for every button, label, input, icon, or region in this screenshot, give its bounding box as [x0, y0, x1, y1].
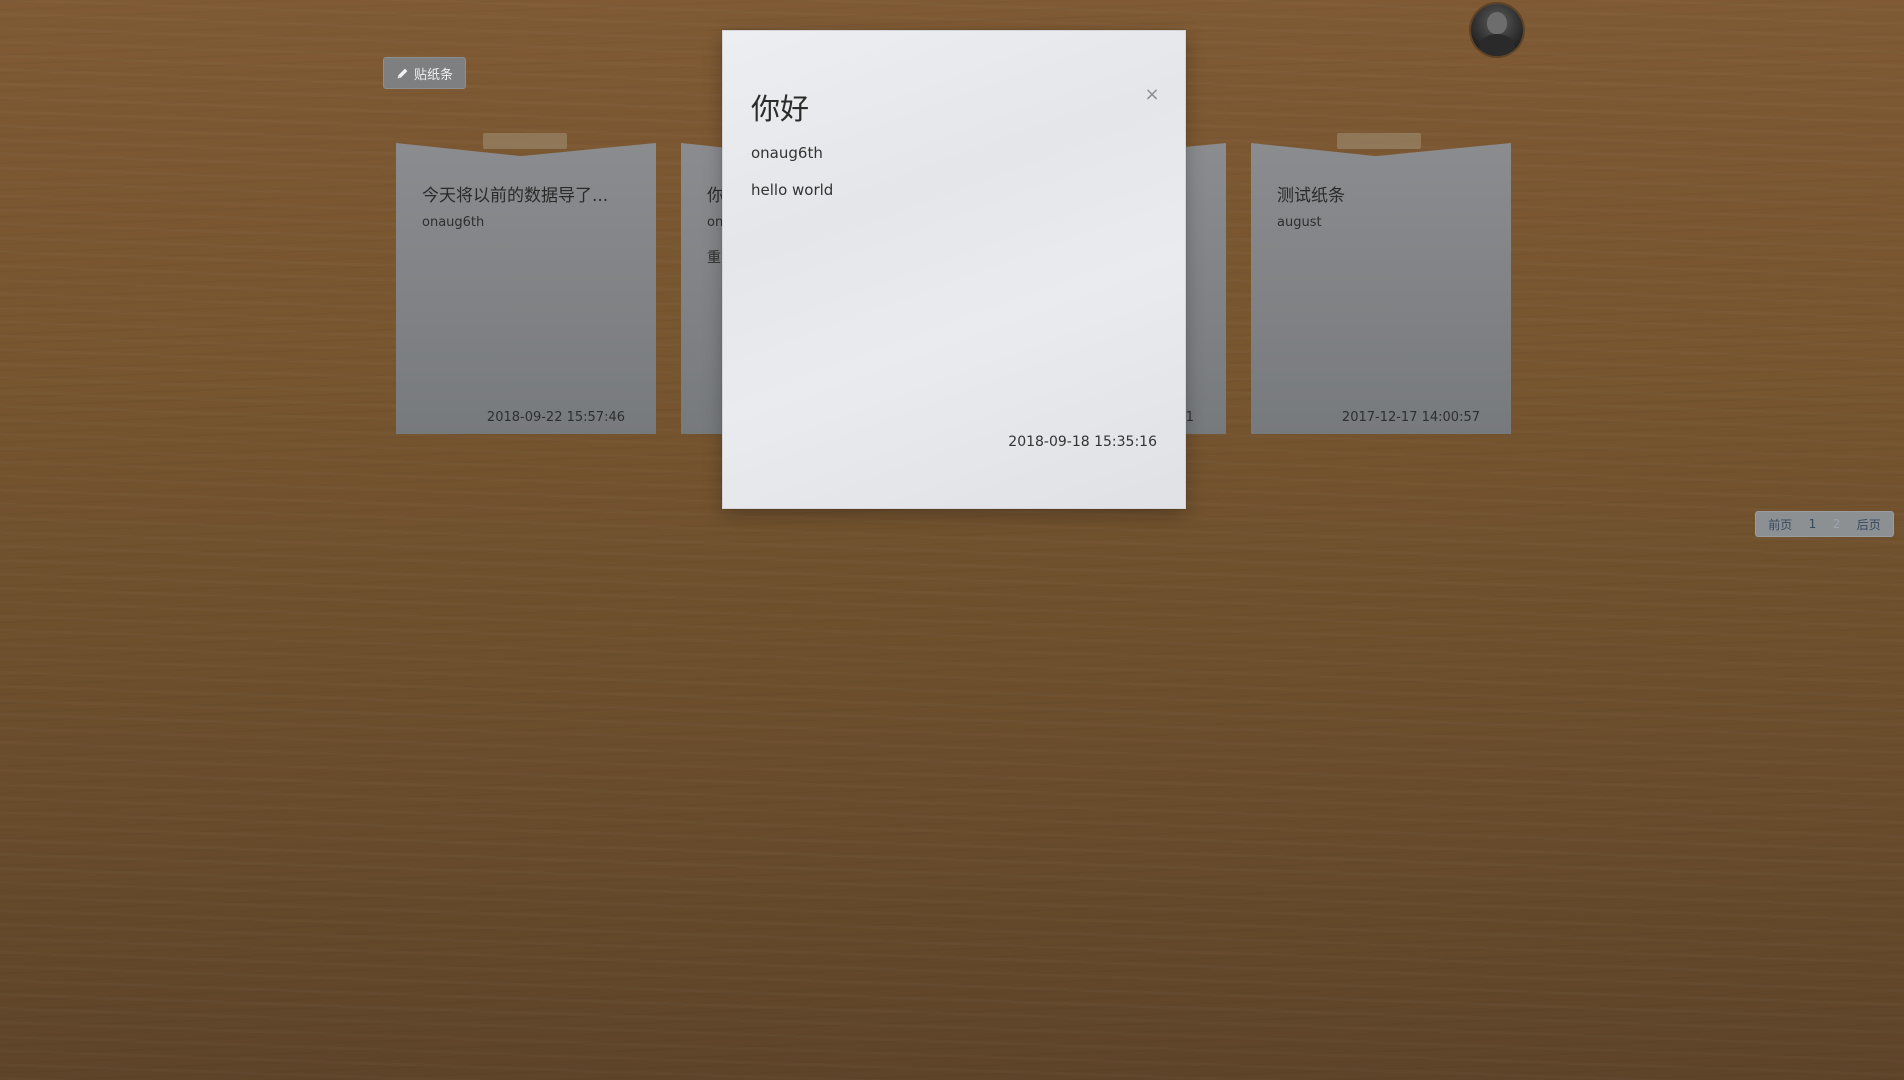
note-card[interactable]: 今天将以前的数据导了... onaug6th 2018-09-22 15:57:…	[396, 143, 656, 434]
user-avatar[interactable]	[1471, 4, 1523, 56]
note-title: 今天将以前的数据导了...	[422, 186, 609, 206]
page-2-link[interactable]: 2	[1833, 517, 1841, 531]
note-date: 2017-12-17 14:00:57	[1341, 410, 1480, 425]
note-title: 测试纸条	[1277, 186, 1345, 206]
pencil-icon	[397, 68, 408, 78]
modal-date: 2018-09-18 15:35:16	[1008, 434, 1157, 450]
note-card[interactable]: 测试纸条 august 2017-12-17 14:00:57	[1251, 143, 1511, 434]
note-author: on	[707, 215, 724, 230]
note-tape	[483, 133, 567, 149]
modal-title: 你好	[751, 92, 810, 126]
close-icon[interactable]: ×	[1142, 85, 1162, 105]
note-tape	[1337, 133, 1421, 149]
modal-content: hello world	[751, 181, 834, 199]
note-author: onaug6th	[422, 215, 485, 230]
next-page-link[interactable]: 后页	[1857, 516, 1881, 533]
note-author: august	[1277, 215, 1322, 230]
post-note-button[interactable]: 贴纸条	[383, 57, 466, 89]
prev-page-link[interactable]: 前页	[1768, 516, 1792, 533]
pagination: 前页 1 2 后页	[1755, 511, 1894, 537]
modal-author: onaug6th	[751, 144, 823, 162]
note-content: 重	[707, 250, 721, 266]
note-detail-modal: 你好 × onaug6th hello world 2018-09-18 15:…	[722, 30, 1186, 509]
post-note-label: 贴纸条	[413, 67, 453, 83]
page-1-link[interactable]: 1	[1809, 517, 1817, 531]
note-date: 2018-09-22 15:57:46	[486, 410, 625, 425]
